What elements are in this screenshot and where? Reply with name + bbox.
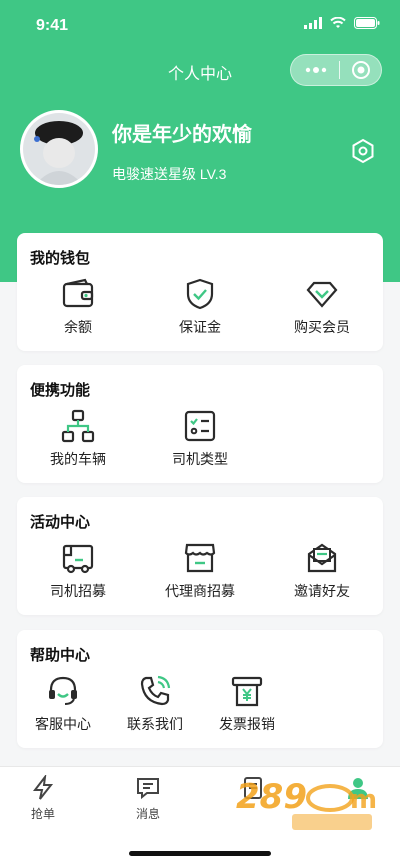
events-title: 活动中心 bbox=[30, 514, 91, 531]
wallet-item-membership[interactable]: 购买会员 bbox=[261, 277, 383, 351]
svg-text:m: m bbox=[350, 785, 377, 815]
avatar-image bbox=[23, 113, 95, 185]
help-item-label: 发票报销 bbox=[219, 716, 275, 732]
profile-level: 电骏速送星级 LV.3 bbox=[112, 166, 227, 182]
help-item-invoice[interactable]: 发票报销 bbox=[201, 674, 293, 748]
tools-item-vehicles[interactable]: 我的车辆 bbox=[17, 409, 139, 483]
help-item-customer-service[interactable]: 客服中心 bbox=[17, 674, 109, 748]
svg-text:289: 289 bbox=[236, 777, 307, 817]
events-card: 活动中心 司机招募 代理商招募 邀请好友 bbox=[17, 497, 383, 615]
wallet-item-label: 余额 bbox=[64, 319, 92, 335]
help-item-label: 联系我们 bbox=[127, 716, 183, 732]
home-indicator bbox=[129, 851, 271, 856]
tab-grab-order[interactable]: 抢单 bbox=[8, 775, 78, 822]
wallet-item-balance[interactable]: 余额 bbox=[17, 277, 139, 351]
shield-check-icon bbox=[186, 278, 214, 310]
help-item-label: 客服中心 bbox=[35, 716, 91, 732]
mail-icon bbox=[307, 543, 337, 573]
tab-messages[interactable]: 消息 bbox=[113, 775, 183, 822]
status-bar: 9:41 bbox=[0, 0, 400, 50]
wallet-icon bbox=[62, 278, 94, 308]
more-icon[interactable] bbox=[305, 67, 327, 73]
site-watermark-logo: 289 m bbox=[236, 777, 377, 830]
status-time: 9:41 bbox=[36, 17, 69, 34]
help-card: 帮助中心 客服中心 联系我们 发票报销 bbox=[17, 630, 383, 748]
status-icons bbox=[304, 17, 380, 29]
events-item-driver-recruit[interactable]: 司机招募 bbox=[17, 541, 139, 615]
help-title: 帮助中心 bbox=[30, 647, 91, 664]
headset-icon bbox=[49, 676, 77, 705]
wallet-item-deposit[interactable]: 保证金 bbox=[139, 277, 261, 351]
wifi-icon bbox=[330, 17, 346, 28]
close-circle-icon[interactable] bbox=[351, 60, 371, 80]
phone-icon bbox=[140, 675, 171, 706]
events-item-label: 司机招募 bbox=[50, 583, 106, 599]
miniprogram-capsule[interactable] bbox=[290, 54, 382, 86]
events-item-agent-recruit[interactable]: 代理商招募 bbox=[139, 541, 261, 615]
wallet-card: 我的钱包 余额 保证金 购买会员 bbox=[17, 233, 383, 351]
wallet-item-label: 购买会员 bbox=[294, 319, 350, 335]
tools-card: 便携功能 我的车辆 司机类型 bbox=[17, 365, 383, 483]
capsule-divider bbox=[338, 61, 340, 79]
checklist-icon bbox=[184, 410, 216, 442]
events-item-label: 邀请好友 bbox=[294, 583, 350, 599]
store-icon bbox=[184, 543, 216, 573]
events-item-label: 代理商招募 bbox=[165, 583, 235, 599]
tools-item-driver-type[interactable]: 司机类型 bbox=[139, 409, 261, 483]
tools-item-label: 我的车辆 bbox=[50, 451, 106, 467]
message-icon bbox=[137, 778, 159, 800]
tools-item-label: 司机类型 bbox=[172, 451, 228, 467]
help-item-contact-us[interactable]: 联系我们 bbox=[109, 674, 201, 748]
events-item-invite-friends[interactable]: 邀请好友 bbox=[261, 541, 383, 615]
wallet-item-label: 保证金 bbox=[179, 319, 221, 335]
lightning-icon bbox=[32, 775, 54, 800]
tab-label: 抢单 bbox=[30, 807, 55, 821]
invoice-icon bbox=[231, 676, 263, 707]
truck-icon bbox=[62, 544, 94, 574]
tools-title: 便携功能 bbox=[30, 382, 91, 399]
settings-hexagon-icon[interactable] bbox=[350, 138, 376, 164]
battery-icon bbox=[354, 17, 380, 29]
profile-name: 你是年少的欢愉 bbox=[112, 124, 252, 146]
avatar[interactable] bbox=[20, 110, 98, 188]
diamond-icon bbox=[306, 281, 338, 308]
tab-label: 消息 bbox=[135, 807, 160, 821]
wallet-title: 我的钱包 bbox=[30, 250, 91, 267]
signal-icon bbox=[304, 17, 322, 29]
org-chart-icon bbox=[61, 409, 95, 443]
